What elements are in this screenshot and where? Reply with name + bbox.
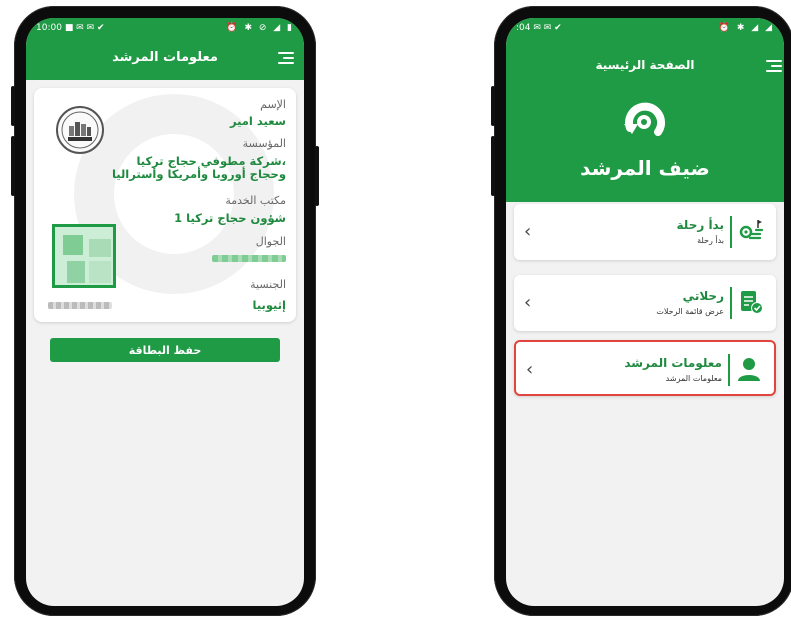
status-bar: 10:00 ■ ✉ ✉ ✔ ⏰ ✱ ⊘ ◢ ▮ xyxy=(26,18,304,38)
route-pin-icon xyxy=(739,220,764,240)
app-logo-icon xyxy=(624,102,666,136)
organization-seal-icon xyxy=(56,106,104,154)
service-office-label: مكتب الخدمة xyxy=(225,194,286,207)
name-label: الإسم xyxy=(260,98,286,111)
menu-card-subtitle: بدأ رحلة xyxy=(697,236,724,245)
menu-card-divider xyxy=(730,287,732,319)
menu-icon[interactable] xyxy=(766,60,782,73)
menu-card-guide-info[interactable]: ‹ معلومات المرشد معلومات المرشد xyxy=(514,340,776,396)
status-time: 10:00 ■ ✉ ✉ ✔ xyxy=(36,23,105,33)
nationality-value: إثيوبيا xyxy=(252,298,287,312)
menu-card-divider xyxy=(730,216,732,248)
service-office-value: شؤون حجاج تركيا 1 xyxy=(174,211,286,225)
phone-side-button xyxy=(491,136,495,196)
qr-code xyxy=(52,224,116,288)
menu-card-my-trips[interactable]: ‹ رحلاتي عرض قائمة الرحلات xyxy=(514,275,776,331)
home-header: :04 ✉ ✉ ✔ ⏰ ✱ ◢ ◢ الصفحة الرئيسية ضيف ال… xyxy=(506,18,784,202)
nationality-label: الجنسية xyxy=(250,278,286,291)
menu-card-start-trip[interactable]: ‹ بدأ رحلة بدأ رحلة xyxy=(514,204,776,260)
mobile-value-masked xyxy=(212,255,286,262)
menu-card-subtitle: معلومات المرشد xyxy=(665,374,722,383)
organization-label: المؤسسة xyxy=(242,137,286,150)
status-icons: ⏰ ✱ ◢ ◢ xyxy=(718,23,774,33)
guide-id-card: الإسم سعيد امير المؤسسة شركة مطوفي حجاج … xyxy=(34,88,296,322)
status-bar: :04 ✉ ✉ ✔ ⏰ ✱ ◢ ◢ xyxy=(506,18,784,38)
trips-document-icon xyxy=(741,291,763,314)
status-time: :04 ✉ ✉ ✔ xyxy=(516,23,562,33)
menu-card-title: رحلاتي xyxy=(682,289,724,303)
name-value: سعيد امير xyxy=(229,114,286,128)
menu-card-title: معلومات المرشد xyxy=(624,356,722,370)
phone-right: :04 ✉ ✉ ✔ ⏰ ✱ ◢ ◢ الصفحة الرئيسية ضيف ال… xyxy=(491,6,791,616)
app-bar: 10:00 ■ ✉ ✉ ✔ ⏰ ✱ ⊘ ◢ ▮ معلومات المرشد xyxy=(26,18,304,80)
page-title: معلومات المرشد xyxy=(112,50,218,65)
phone-side-button xyxy=(11,86,15,126)
home-screen: :04 ✉ ✉ ✔ ⏰ ✱ ◢ ◢ الصفحة الرئيسية ضيف ال… xyxy=(506,18,784,606)
phone-side-button xyxy=(11,136,15,196)
organization-value-line2: وحجاج أوروبا وأمريكا وأستراليا xyxy=(111,167,286,181)
page-title: الصفحة الرئيسية xyxy=(595,58,695,72)
menu-card-divider xyxy=(728,354,730,386)
mobile-label: الجوال xyxy=(255,235,286,248)
chevron-left-icon: ‹ xyxy=(524,292,532,313)
phone-left: 10:00 ■ ✉ ✉ ✔ ⏰ ✱ ⊘ ◢ ▮ معلومات المرشد ا… xyxy=(11,6,319,616)
save-card-button[interactable]: حفظ البطاقة xyxy=(50,338,280,362)
menu-icon[interactable] xyxy=(278,52,294,65)
chevron-left-icon: ‹ xyxy=(526,359,534,380)
phone-side-button xyxy=(491,86,495,126)
menu-card-title: بدأ رحلة xyxy=(676,218,724,232)
guest-label: ضيف المرشد xyxy=(580,156,710,180)
user-icon xyxy=(738,358,760,381)
chevron-left-icon: ‹ xyxy=(524,221,532,242)
id-number-masked xyxy=(48,302,112,309)
guide-info-screen: 10:00 ■ ✉ ✉ ✔ ⏰ ✱ ⊘ ◢ ▮ معلومات المرشد ا… xyxy=(26,18,304,606)
menu-card-subtitle: عرض قائمة الرحلات xyxy=(656,307,724,316)
phone-side-button xyxy=(315,146,319,206)
status-icons: ⏰ ✱ ⊘ ◢ ▮ xyxy=(226,23,294,33)
